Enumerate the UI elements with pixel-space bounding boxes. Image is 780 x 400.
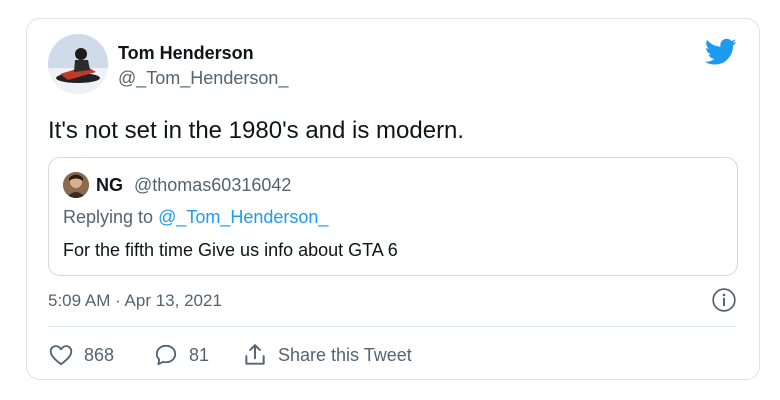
replying-to: Replying to @_Tom_Henderson_ bbox=[63, 207, 328, 228]
replying-mention-link[interactable]: @_Tom_Henderson_ bbox=[158, 207, 328, 227]
divider bbox=[48, 326, 737, 327]
quoted-author-name[interactable]: NG bbox=[96, 175, 123, 196]
share-button[interactable]: Share this Tweet bbox=[242, 341, 412, 369]
like-button[interactable]: 868 bbox=[48, 341, 114, 369]
replying-prefix: Replying to bbox=[63, 207, 159, 227]
quoted-tweet[interactable]: NG @thomas60316042 Replying to @_Tom_Hen… bbox=[48, 157, 738, 276]
heart-icon bbox=[49, 345, 73, 366]
info-icon[interactable] bbox=[711, 287, 737, 313]
author-name[interactable]: Tom Henderson bbox=[118, 43, 254, 64]
author-avatar[interactable] bbox=[48, 34, 108, 94]
quoted-tweet-text: For the fifth time Give us info about GT… bbox=[63, 240, 398, 260]
share-label: Share this Tweet bbox=[278, 344, 412, 365]
twitter-bird-icon[interactable] bbox=[705, 38, 737, 66]
reply-bubble-icon bbox=[155, 344, 177, 366]
author-handle[interactable]: @_Tom_Henderson_ bbox=[118, 68, 288, 89]
share-icon bbox=[245, 344, 265, 365]
reply-count: 81 bbox=[189, 344, 210, 365]
quoted-avatar[interactable] bbox=[63, 172, 89, 198]
quoted-author-handle[interactable]: @thomas60316042 bbox=[134, 175, 291, 196]
reply-button[interactable]: 81 bbox=[153, 341, 209, 369]
like-count: 868 bbox=[84, 344, 115, 365]
tweet-timestamp[interactable]: 5:09 AM · Apr 13, 2021 bbox=[48, 291, 222, 311]
tweet-card[interactable]: Tom Henderson @_Tom_Henderson_ It's not … bbox=[26, 18, 760, 380]
tweet-text: It's not set in the 1980's and is modern… bbox=[48, 117, 465, 144]
